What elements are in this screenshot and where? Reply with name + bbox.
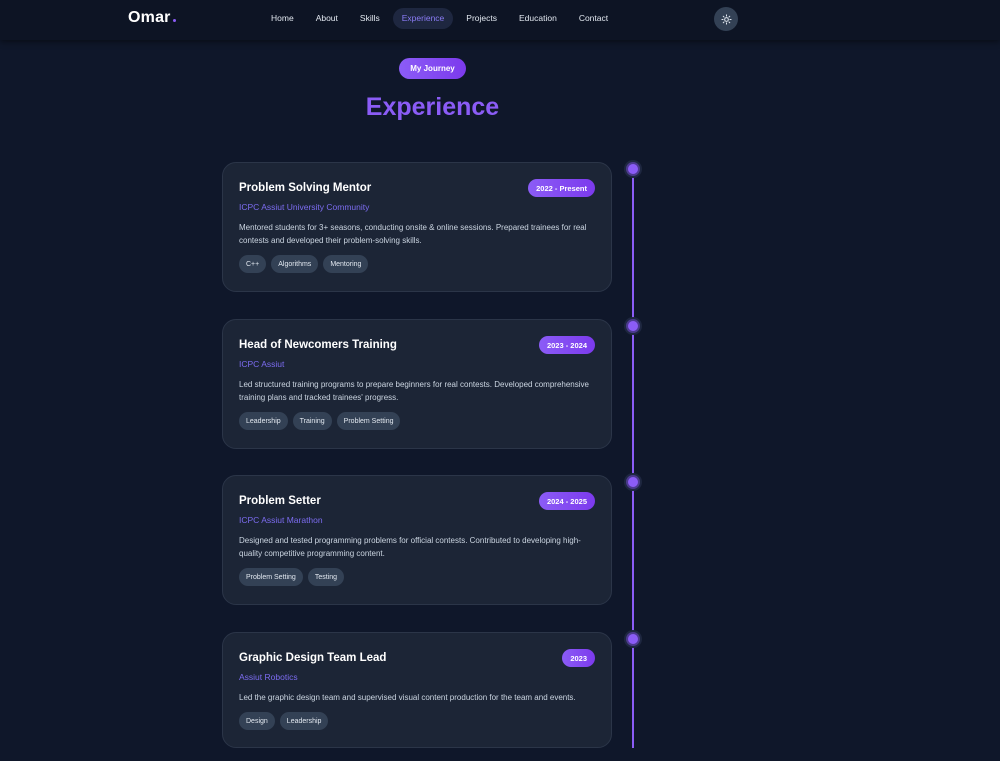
tag-list: Design Leadership bbox=[239, 712, 595, 730]
tag: Leadership bbox=[279, 712, 329, 730]
card-organization: ICPC Assiut bbox=[239, 359, 285, 369]
nav-link-skills[interactable]: Skills bbox=[351, 8, 389, 29]
timeline-dot bbox=[626, 475, 640, 489]
timeline-line bbox=[632, 170, 634, 748]
tag: Testing bbox=[307, 568, 344, 586]
nav-link-contact[interactable]: Contact bbox=[570, 8, 617, 29]
nav-link-experience[interactable]: Experience bbox=[392, 8, 454, 29]
card-description: Designed and tested programming problems… bbox=[239, 536, 581, 558]
experience-card: Problem Setter 2024 - 2025 ICPC Assiut M… bbox=[222, 475, 612, 605]
navbar: Omar Home About Skills Experience Projec… bbox=[0, 0, 1000, 40]
nav-link-projects[interactable]: Projects bbox=[457, 8, 506, 29]
timeline-dot bbox=[626, 162, 640, 176]
date-badge: 2023 bbox=[562, 649, 595, 667]
tag: Design bbox=[239, 712, 275, 730]
timeline-dot bbox=[626, 319, 640, 333]
logo-text: Omar bbox=[128, 9, 171, 26]
tag: Training bbox=[292, 412, 332, 430]
nav-link-about[interactable]: About bbox=[307, 8, 347, 29]
card-organization: ICPC Assiut Marathon bbox=[239, 515, 323, 525]
theme-toggle-button[interactable] bbox=[714, 7, 738, 31]
card-description: Led the graphic design team and supervis… bbox=[239, 693, 576, 702]
nav-link-home[interactable]: Home bbox=[262, 8, 303, 29]
section-title: Experience bbox=[365, 93, 500, 121]
date-badge: 2022 - Present bbox=[528, 179, 595, 197]
logo-dot bbox=[172, 19, 176, 22]
timeline-dot bbox=[626, 632, 640, 646]
card-organization: ICPC Assiut University Community bbox=[239, 202, 370, 212]
tag: Problem Setting bbox=[336, 412, 401, 430]
card-description: Led structured training programs to prep… bbox=[239, 380, 589, 402]
nav-links: Home About Skills Experience Projects Ed… bbox=[262, 8, 617, 29]
tag-list: C++ Algorithms Mentoring bbox=[239, 255, 595, 273]
card-description: Mentored students for 3+ seasons, conduc… bbox=[239, 223, 587, 245]
date-badge: 2023 - 2024 bbox=[538, 336, 595, 354]
section-pill: My Journey bbox=[399, 58, 466, 79]
tag-list: Leadership Training Problem Setting bbox=[239, 412, 595, 430]
experience-card: Graphic Design Team Lead 2023 Assiut Rob… bbox=[222, 632, 612, 748]
tag-list: Problem Setting Testing bbox=[239, 568, 595, 586]
tag: C++ bbox=[239, 255, 267, 273]
experience-card: Problem Solving Mentor 2022 - Present IC… bbox=[222, 162, 612, 292]
sun-icon bbox=[720, 13, 732, 25]
card-title: Graphic Design Team Lead bbox=[239, 652, 387, 664]
logo[interactable]: Omar bbox=[128, 9, 176, 27]
tag: Problem Setting bbox=[239, 568, 303, 586]
tag: Algorithms bbox=[271, 255, 319, 273]
experience-card: Head of Newcomers Training 2023 - 2024 I… bbox=[222, 319, 612, 449]
card-organization: Assiut Robotics bbox=[239, 672, 298, 682]
tag: Leadership bbox=[239, 412, 288, 430]
nav-link-education[interactable]: Education bbox=[510, 8, 566, 29]
tag: Mentoring bbox=[323, 255, 369, 273]
date-badge: 2024 - 2025 bbox=[538, 492, 595, 510]
